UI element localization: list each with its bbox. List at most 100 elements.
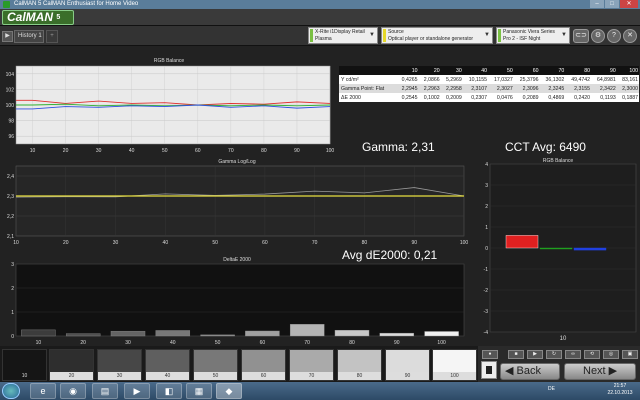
x-tick-label: 70 — [228, 148, 234, 154]
window-controls: – □ ✕ — [590, 0, 638, 9]
x-tick-label: 20 — [63, 148, 69, 154]
gear-icon[interactable]: ⚙ — [591, 29, 605, 43]
bar-20 — [65, 333, 101, 337]
chevron-down-icon: ▼ — [369, 32, 375, 38]
col-header: 40 — [462, 66, 489, 75]
swatch-80[interactable]: 80 — [337, 349, 382, 381]
add-tab-button[interactable]: + — [46, 30, 58, 43]
cct-summary: CCT Avg: 6490 — [505, 140, 586, 154]
y-tick-label: -2 — [484, 288, 489, 294]
language-indicator[interactable]: DE — [548, 386, 555, 392]
chevron-down-icon: ▼ — [561, 32, 567, 38]
y-tick-label: 1 — [485, 225, 488, 231]
col-header: 80 — [565, 66, 591, 75]
y-tick-label: 96 — [8, 134, 14, 140]
swatch-20[interactable]: 20 — [49, 349, 94, 381]
meter-status-bar — [310, 29, 313, 42]
back-button[interactable]: ◀ Back — [500, 363, 560, 380]
tab-history-1[interactable]: History 1 — [14, 30, 44, 43]
y-tick-label: 2 — [11, 286, 14, 292]
de-chart: 3210 10 20 30 40 50 60 70 80 90 100 — [11, 262, 465, 346]
table-row: Y cd/m² 0,4265 2,0866 5,2969 10,1155 17,… — [339, 75, 639, 84]
bar-G — [539, 247, 573, 250]
player-icon[interactable]: ▶ — [124, 383, 150, 399]
app-icon — [3, 1, 10, 8]
target-icon[interactable]: ◎ — [603, 350, 619, 359]
table-row: Gamma Point: Flat 2,2945 2,2963 2,2958 2… — [339, 84, 639, 93]
display-selector[interactable]: Panasonic Viera Series Pro 2 - ISF Night… — [496, 27, 570, 44]
col-header: 30 — [440, 66, 463, 75]
y-tick-label: 3 — [485, 183, 488, 189]
calman-taskbar-icon[interactable]: ◆ — [216, 383, 242, 399]
clock[interactable]: 21:57 22.10.2013 — [600, 383, 640, 399]
measurement-table: 10 20 30 40 50 60 70 80 90 100 Y cd/m² 0… — [339, 66, 639, 106]
swatch-60[interactable]: 60 — [241, 349, 286, 381]
col-header: 90 — [591, 66, 617, 75]
link-icon[interactable]: ∞ — [565, 350, 581, 359]
y-tick-label: 2 — [485, 204, 488, 210]
y-tick-label: 2,2 — [7, 214, 14, 220]
play-icon[interactable]: ▶ — [2, 31, 13, 42]
help-icon[interactable]: ? — [607, 29, 621, 43]
swatch-90[interactable]: 90 — [385, 349, 430, 381]
repeat-icon[interactable]: ⟲ — [584, 350, 600, 359]
link-icon[interactable]: ⊂⊃ — [573, 29, 589, 43]
stop-button[interactable] — [481, 361, 497, 379]
y-tick-label: 98 — [8, 119, 14, 125]
bar-40 — [155, 330, 191, 337]
bar-30 — [110, 330, 146, 337]
x-tick-label: 30 — [113, 240, 119, 246]
x-tick-label: 40 — [129, 148, 135, 154]
window-title: CalMAN 5 CalMAN Enthusiast for Home Vide… — [14, 1, 139, 7]
col-header: 10 — [396, 66, 419, 75]
bar-50 — [200, 334, 235, 337]
bar-90 — [379, 332, 415, 337]
swatch-100[interactable]: 100 — [432, 349, 477, 381]
col-header: 50 — [488, 66, 514, 75]
y-tick-label: 104 — [6, 72, 15, 78]
maximize-button[interactable]: □ — [605, 0, 619, 8]
y-tick-label: 1 — [11, 310, 14, 316]
settings-icon[interactable]: ▣ — [622, 350, 638, 359]
start-button[interactable] — [2, 383, 20, 399]
swatch-30[interactable]: 30 — [97, 349, 142, 381]
photos-icon[interactable]: ▦ — [186, 383, 212, 399]
y-tick-label: -3 — [484, 309, 489, 315]
ie-icon[interactable]: e — [30, 383, 56, 399]
loop-icon[interactable]: ↻ — [546, 350, 562, 359]
x-tick-label: 80 — [261, 148, 267, 154]
y-tick-label: 3 — [11, 262, 14, 268]
x-tick-label: 20 — [63, 240, 69, 246]
play-icon[interactable]: ▶ — [527, 350, 543, 359]
firefox-icon[interactable]: ◉ — [60, 383, 86, 399]
chevron-right-icon: ▶ — [605, 365, 618, 377]
next-button[interactable]: Next ▶ — [564, 363, 636, 380]
meter-selector[interactable]: X-Rite i1Display Retail Plasma ▼ — [308, 27, 378, 44]
x-tick-label: 10 — [13, 240, 19, 246]
x-tick-label: 100 — [326, 148, 335, 154]
minimize-button[interactable]: – — [590, 0, 604, 8]
source-selector[interactable]: Source Optical player or standalone gene… — [381, 27, 493, 44]
x-tick-label: 60 — [195, 148, 201, 154]
swatch-10[interactable]: 10 — [2, 349, 47, 381]
app-header — [0, 9, 640, 26]
y-tick-label: 0 — [11, 334, 14, 340]
swatch-40[interactable]: 40 — [145, 349, 190, 381]
x-tick-label: 10 — [560, 336, 567, 342]
stop-small-icon[interactable]: ■ — [508, 350, 524, 359]
close-session-icon[interactable]: ✕ — [623, 29, 637, 43]
x-tick-label: 80 — [362, 240, 368, 246]
swatch-50[interactable]: 50 — [193, 349, 238, 381]
y-tick-label: 2,3 — [7, 194, 14, 200]
close-button[interactable]: ✕ — [620, 0, 638, 8]
y-tick-label: 4 — [485, 162, 488, 168]
media-icon[interactable]: ◧ — [156, 383, 182, 399]
table-row: ΔE 2000 0,2545 0,1002 0,2009 0,2307 0,04… — [339, 93, 639, 102]
x-tick-label: 30 — [96, 148, 102, 154]
explorer-icon[interactable]: ▤ — [92, 383, 118, 399]
x-tick-label: 10 — [30, 148, 36, 154]
bar-R — [505, 235, 539, 249]
record-icon[interactable]: ● — [482, 350, 498, 359]
swatch-70[interactable]: 70 — [289, 349, 334, 381]
bar-60 — [245, 330, 280, 337]
